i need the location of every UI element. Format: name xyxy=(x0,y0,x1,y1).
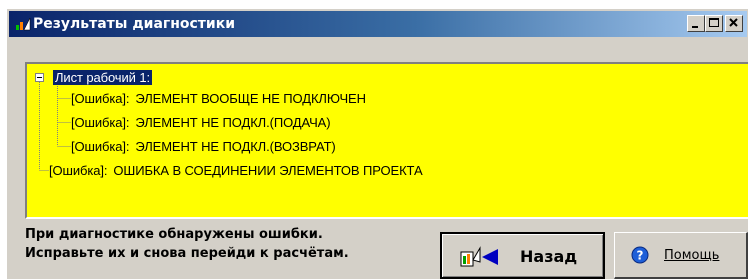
help-button-label: Помощь xyxy=(664,248,720,263)
minimize-icon xyxy=(692,26,698,28)
error-text: ЭЛЕМЕНТ НЕ ПОДКЛ.(ВОЗВРАТ) xyxy=(135,139,336,154)
collapse-toggle[interactable] xyxy=(35,73,44,82)
help-button[interactable]: ? Помощь xyxy=(614,232,748,279)
diagnostics-tree[interactable]: Лист рабочий 1: [Ошибка]: ЭЛЕМЕНТ ВООБЩЕ … xyxy=(25,62,748,219)
tree-item[interactable]: [Ошибка]: ЭЛЕМЕНТ НЕ ПОДКЛ.(ВОЗВРАТ) xyxy=(71,139,336,154)
title-bar[interactable]: Результаты диагностики xyxy=(9,11,747,37)
help-icon: ? xyxy=(631,246,649,268)
error-tag: [Ошибка]: xyxy=(49,163,108,178)
maximize-button[interactable] xyxy=(705,15,723,32)
svg-text:?: ? xyxy=(637,249,644,263)
tree-item[interactable]: [Ошибка]: ЭЛЕМЕНТ ВООБЩЕ НЕ ПОДКЛЮЧЕН xyxy=(71,91,366,106)
error-text: ЭЛЕМЕНТ НЕ ПОДКЛ.(ПОДАЧА) xyxy=(135,115,331,130)
diagnostics-window: Результаты диагностики Лист рабочий 1: [… xyxy=(6,8,748,279)
back-button-label: Назад xyxy=(520,247,578,266)
error-tag: [Ошибка]: xyxy=(71,139,130,154)
close-icon xyxy=(729,18,738,27)
tree-item[interactable]: [Ошибка]: ЭЛЕМЕНТ НЕ ПОДКЛ.(ПОДАЧА) xyxy=(71,115,331,130)
status-message-line: При диагностике обнаружены ошибки. xyxy=(25,227,323,242)
minimize-button[interactable] xyxy=(687,15,705,32)
tree-root[interactable]: Лист рабочий 1: xyxy=(52,69,153,86)
tree-root-label: Лист рабочий 1: xyxy=(52,69,153,86)
status-message-line: Исправьте их и снова перейди к расчётам. xyxy=(25,246,349,261)
back-button[interactable]: Назад xyxy=(440,232,605,279)
status-message: При диагностике обнаружены ошибки. Испра… xyxy=(25,225,349,263)
window-title: Результаты диагностики xyxy=(33,16,236,32)
back-arrow-icon xyxy=(460,246,500,272)
maximize-icon xyxy=(709,18,719,27)
error-tag: [Ошибка]: xyxy=(71,115,130,130)
app-icon xyxy=(15,16,31,32)
error-tag: [Ошибка]: xyxy=(71,91,130,106)
tree-item[interactable]: [Ошибка]: ОШИБКА В СОЕДИНЕНИИ ЭЛЕМЕНТОВ П… xyxy=(49,163,423,178)
error-text: ЭЛЕМЕНТ ВООБЩЕ НЕ ПОДКЛЮЧЕН xyxy=(135,91,366,106)
close-button[interactable] xyxy=(725,15,743,32)
error-text: ОШИБКА В СОЕДИНЕНИИ ЭЛЕМЕНТОВ ПРОЕКТА xyxy=(113,163,423,178)
